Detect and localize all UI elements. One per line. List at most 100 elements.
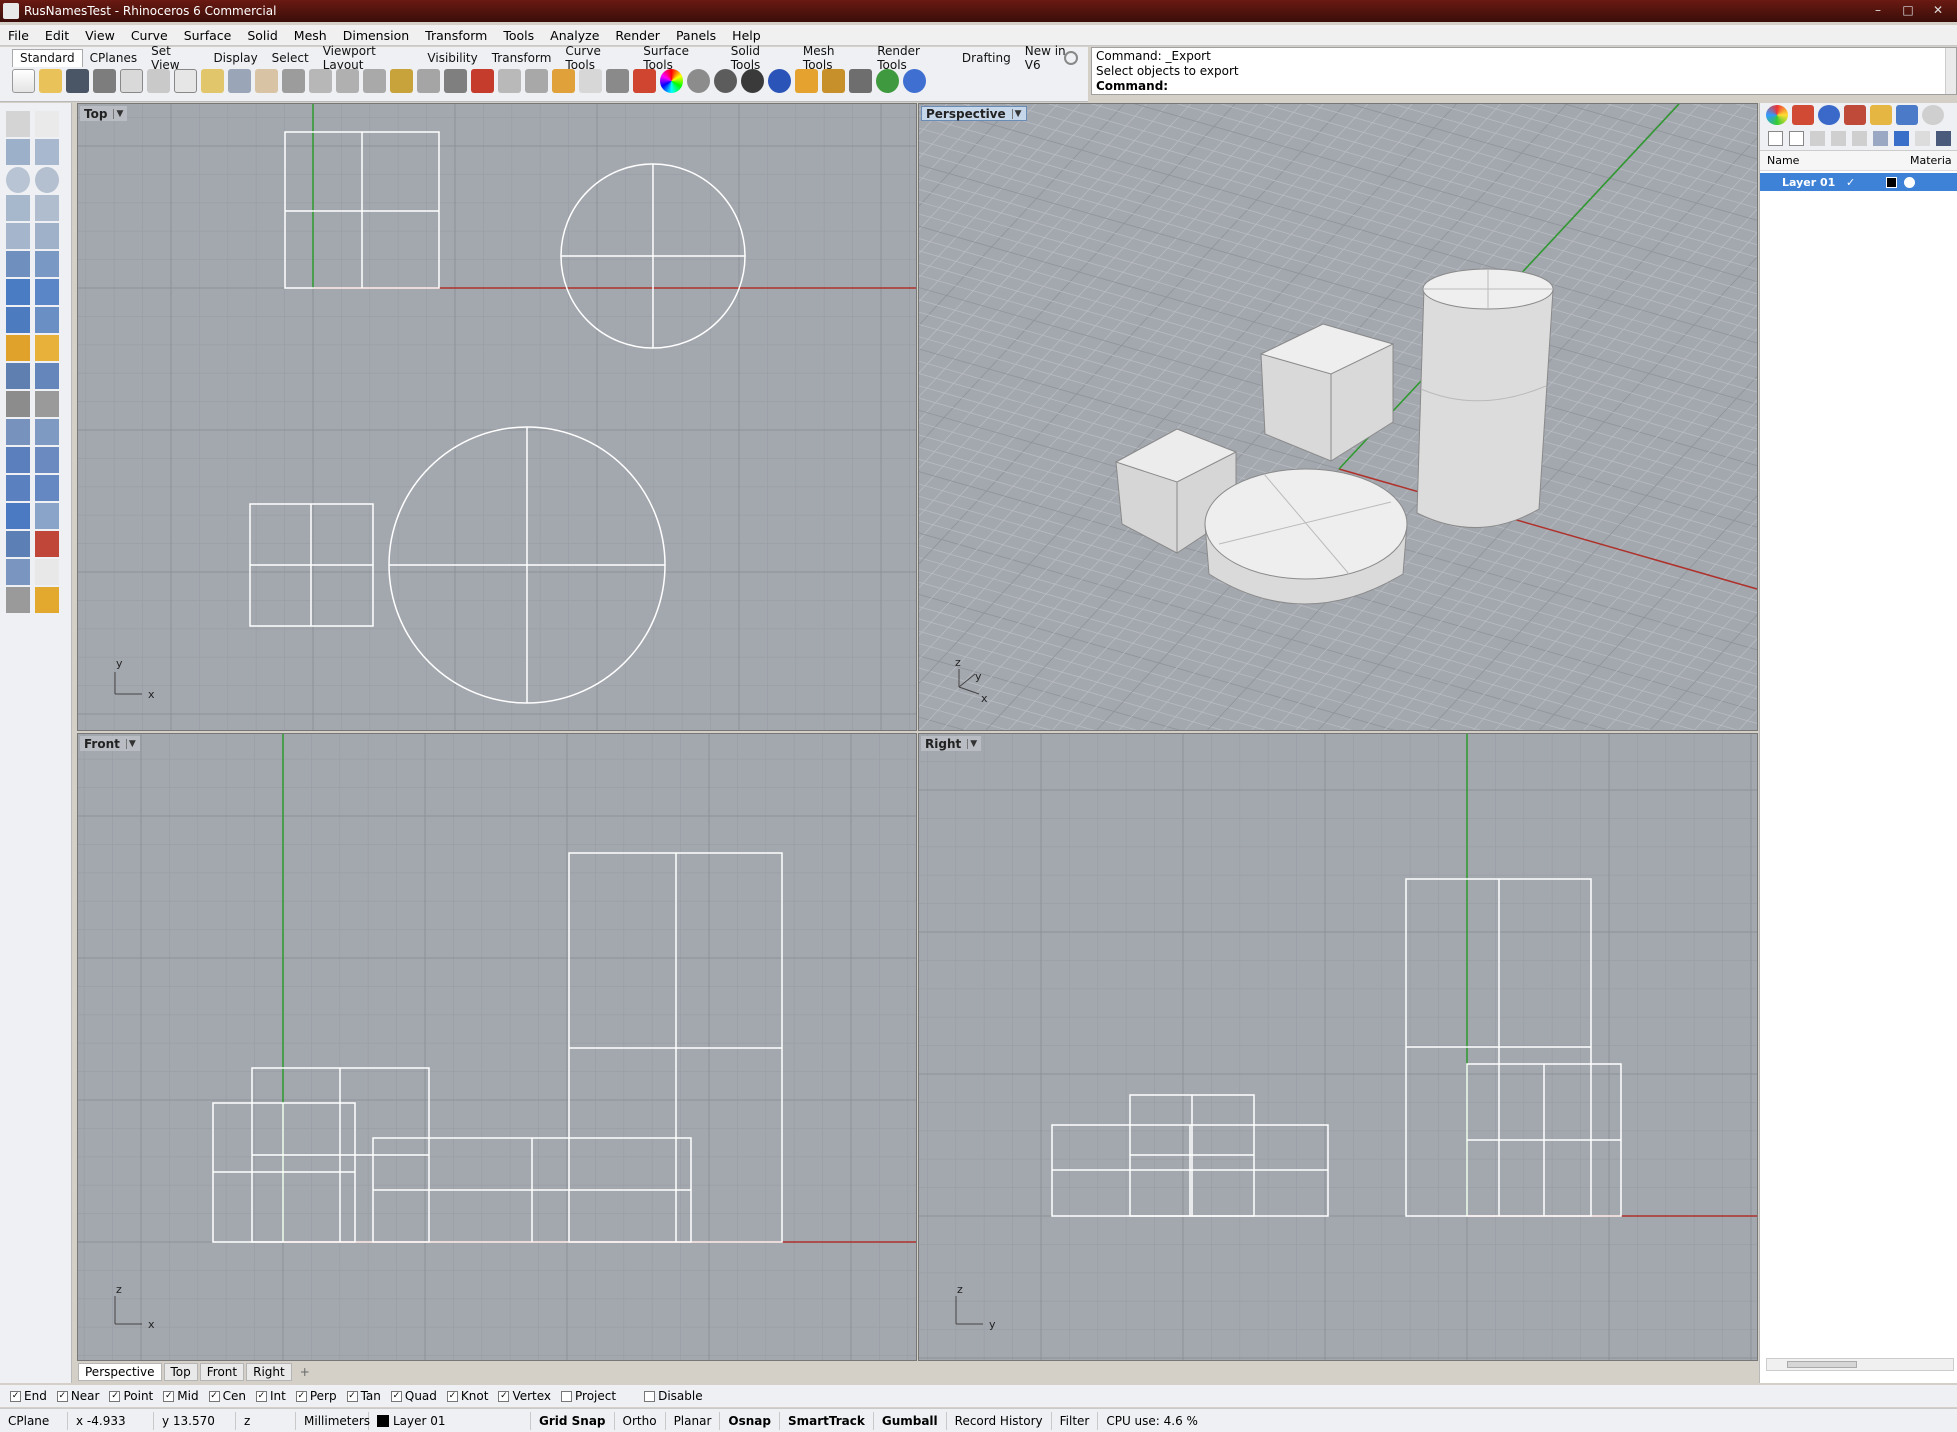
trim-icon[interactable] — [6, 363, 30, 389]
tab-display[interactable]: Display — [206, 51, 264, 65]
viewport-title-right[interactable]: Right ▼ — [921, 736, 982, 751]
properties-icon[interactable] — [1766, 105, 1788, 125]
gumball-toggle[interactable]: Gumball — [874, 1411, 947, 1430]
pan-icon[interactable] — [255, 69, 278, 93]
paint-icon[interactable] — [35, 587, 59, 613]
osnap-checkbox[interactable]: ✓ — [346, 1390, 358, 1402]
menu-view[interactable]: View — [77, 28, 123, 43]
viewport-top-canvas[interactable]: y x — [78, 104, 916, 730]
command-history[interactable]: Command: _Export Select objects to expor… — [1091, 47, 1957, 95]
viewport-title-top[interactable]: Top ▼ — [80, 106, 128, 121]
arc-icon[interactable] — [6, 195, 30, 221]
help-icon[interactable] — [903, 69, 926, 93]
layer-properties-icon[interactable] — [1915, 131, 1930, 146]
libraries-tab-icon[interactable] — [1870, 105, 1892, 125]
toolbar-options-gear-icon[interactable] — [1064, 51, 1078, 65]
tab-right[interactable]: Right — [246, 1363, 292, 1381]
tab-cplanes[interactable]: CPlanes — [83, 51, 145, 65]
menu-tools[interactable]: Tools — [495, 28, 542, 43]
tab-set-view[interactable]: Set View — [144, 44, 206, 72]
viewport-perspective[interactable]: z y x Perspective ▼ — [918, 103, 1758, 731]
cplane-icon[interactable] — [525, 69, 548, 93]
globe-icon[interactable] — [876, 69, 899, 93]
osnap-perp[interactable]: ✓ Perp — [295, 1389, 337, 1403]
osnap-project[interactable]: Project — [561, 1389, 616, 1403]
osnap-checkbox[interactable]: ✓ — [56, 1390, 68, 1402]
surface-icon[interactable] — [6, 251, 30, 277]
undo-view-icon[interactable] — [417, 69, 440, 93]
tab-select[interactable]: Select — [265, 51, 316, 65]
close-icon[interactable]: ✕ — [1925, 3, 1951, 19]
tab-drafting[interactable]: Drafting — [955, 51, 1018, 65]
open-icon[interactable] — [39, 69, 62, 93]
tab-viewport-layout[interactable]: Viewport Layout — [316, 44, 421, 72]
tab-transform[interactable]: Transform — [485, 51, 559, 65]
copy-icon[interactable] — [174, 69, 197, 93]
render-material-icon[interactable] — [6, 587, 30, 613]
osnap-checkbox[interactable] — [561, 1390, 573, 1402]
viewport-right[interactable]: z y Right ▼ — [918, 733, 1758, 1361]
lock-icon[interactable] — [606, 69, 629, 93]
color-wheel-icon[interactable] — [660, 69, 683, 93]
grid-snap-toggle[interactable]: Grid Snap — [531, 1411, 615, 1430]
current-layer-indicator[interactable]: Layer 01 — [369, 1411, 531, 1430]
light-bulb-icon[interactable] — [579, 69, 602, 93]
tab-surface-tools[interactable]: Surface Tools — [636, 44, 723, 72]
viewport-top[interactable]: y x Top ▼ — [77, 103, 917, 731]
check-icon[interactable] — [35, 559, 59, 585]
import-icon[interactable] — [120, 69, 143, 93]
menu-help[interactable]: Help — [724, 28, 769, 43]
boolean-icon[interactable] — [35, 279, 59, 305]
chevron-down-icon[interactable]: ▼ — [967, 738, 977, 749]
split-icon[interactable] — [35, 363, 59, 389]
menu-mesh[interactable]: Mesh — [286, 28, 335, 43]
chevron-down-icon[interactable]: ▼ — [113, 108, 123, 119]
rendered-sphere-icon[interactable] — [741, 69, 764, 93]
tab-mesh-tools[interactable]: Mesh Tools — [796, 44, 870, 72]
current-layer-check-icon[interactable]: ✓ — [1846, 176, 1886, 189]
move-up-icon[interactable] — [1831, 131, 1846, 146]
curve-icon[interactable] — [35, 139, 59, 165]
layer-icon[interactable] — [633, 69, 656, 93]
wireframe-sphere-icon[interactable] — [687, 69, 710, 93]
hatch-icon[interactable] — [35, 503, 59, 529]
rotate-view-icon[interactable] — [282, 69, 305, 93]
viewport-front[interactable]: z x Front ▼ — [77, 733, 917, 1361]
osnap-checkbox[interactable]: ✓ — [446, 1390, 458, 1402]
light-icon[interactable] — [6, 335, 30, 361]
analyze-icon[interactable] — [6, 559, 30, 585]
cylinder-icon[interactable] — [6, 307, 30, 333]
render-tab-icon[interactable] — [1818, 105, 1840, 125]
dimension-icon[interactable] — [849, 69, 872, 93]
new-layer-icon[interactable] — [1768, 131, 1783, 146]
command-prompt[interactable]: Command: — [1096, 79, 1952, 94]
viewport-right-canvas[interactable]: z y — [919, 734, 1757, 1360]
viewport-front-canvas[interactable]: z x — [78, 734, 916, 1360]
osnap-vertex[interactable]: ✓ Vertex — [498, 1389, 551, 1403]
explode-icon[interactable] — [35, 335, 59, 361]
osnap-toggle[interactable]: Osnap — [720, 1411, 780, 1430]
osnap-checkbox[interactable]: ✓ — [10, 1390, 21, 1402]
tab-standard[interactable]: Standard — [12, 49, 83, 67]
display-tab-icon[interactable] — [1896, 105, 1918, 125]
layer-row[interactable]: Layer 01 ✓ — [1760, 173, 1957, 191]
osnap-checkbox[interactable] — [644, 1390, 656, 1402]
undo-icon[interactable] — [228, 69, 251, 93]
command-scrollbar[interactable] — [1945, 48, 1956, 94]
osnap-end[interactable]: ✓ End — [10, 1389, 47, 1403]
tab-visibility[interactable]: Visibility — [420, 51, 484, 65]
wrench-icon[interactable] — [1936, 131, 1951, 146]
units-indicator[interactable]: Millimeters — [296, 1411, 370, 1430]
tab-curve-tools[interactable]: Curve Tools — [558, 44, 636, 72]
layer-color-swatch[interactable] — [1886, 176, 1897, 188]
point-icon[interactable] — [35, 111, 59, 137]
blue-sphere-icon[interactable] — [768, 69, 791, 93]
layers-tab-icon[interactable] — [1792, 105, 1814, 125]
zoom-window-icon[interactable] — [336, 69, 359, 93]
project-icon[interactable] — [35, 531, 59, 557]
osnap-knot[interactable]: ✓ Knot — [446, 1389, 488, 1403]
car-icon[interactable] — [471, 69, 494, 93]
block-icon[interactable] — [6, 503, 30, 529]
scrollbar-thumb[interactable] — [1787, 1361, 1857, 1368]
group-icon[interactable] — [6, 391, 30, 417]
